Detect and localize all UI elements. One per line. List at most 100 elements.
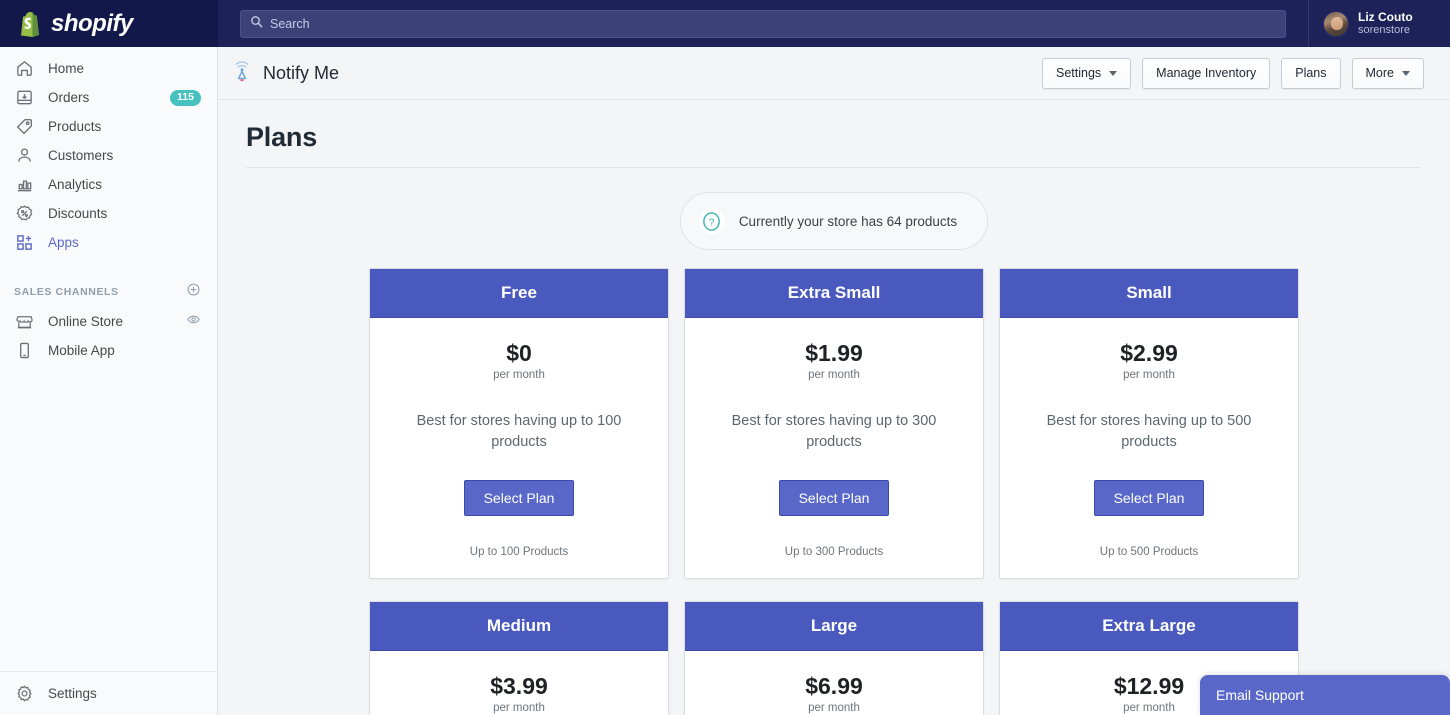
select-plan-button[interactable]: Select Plan (464, 480, 575, 516)
sidebar-item-analytics[interactable]: Analytics (0, 170, 217, 199)
sidebar-item-label: Home (48, 61, 201, 76)
plan-footnote: Up to 500 Products (1018, 546, 1280, 558)
header-actions: Settings Manage Inventory Plans More (1042, 58, 1424, 89)
plan-period: per month (1018, 369, 1280, 381)
more-button-label: More (1366, 66, 1394, 80)
email-support-label: Email Support (1216, 687, 1304, 703)
plan-card-small: Small $2.99 per month Best for stores ha… (999, 268, 1299, 579)
sidebar-item-discounts[interactable]: Discounts (0, 199, 217, 228)
notify-broadcast-icon (232, 59, 252, 88)
question-circle-icon: ? (699, 208, 725, 234)
plan-name: Extra Small (685, 269, 983, 318)
plan-name: Medium (370, 602, 668, 651)
search-zone: Search (218, 10, 1308, 38)
user-store-name: sorenstore (1358, 24, 1413, 37)
search-placeholder-text: Search (270, 17, 310, 31)
select-plan-button[interactable]: Select Plan (779, 480, 890, 516)
sidebar-item-label: Online Store (48, 314, 172, 329)
sidebar: Home Orders 115 (0, 47, 218, 715)
plan-card-extra-small: Extra Small $1.99 per month Best for sto… (684, 268, 984, 579)
main-content: Plans ? Currently your store has 64 prod… (218, 100, 1450, 715)
plan-description: Best for stores having up to 500 product… (1018, 411, 1280, 453)
plan-price: $2.99 (1018, 340, 1280, 367)
plan-body: $6.99 per month (685, 651, 983, 715)
sidebar-item-label: Apps (48, 235, 201, 250)
sidebar-item-label: Analytics (48, 177, 201, 192)
plans-button-label: Plans (1295, 66, 1326, 80)
svg-text:?: ? (709, 217, 715, 228)
plan-name: Free (370, 269, 668, 318)
plans-grid: Free $0 per month Best for stores having… (218, 250, 1450, 715)
home-icon (14, 59, 34, 79)
plan-footnote: Up to 300 Products (703, 546, 965, 558)
settings-button[interactable]: Settings (1042, 58, 1131, 89)
sidebar-item-label: Mobile App (48, 343, 201, 358)
shopify-wordmark: shopify (51, 10, 133, 38)
page-header: Plans (218, 100, 1450, 168)
products-tag-icon (14, 117, 34, 137)
shopify-bag-icon (18, 10, 43, 38)
plan-card-medium: Medium $3.99 per month (369, 601, 669, 715)
manage-inventory-button-label: Manage Inventory (1156, 66, 1256, 80)
plan-body: $3.99 per month (370, 651, 668, 715)
top-bar: shopify Search Liz Couto sorenstore (0, 0, 1450, 47)
eye-icon[interactable] (186, 312, 201, 332)
plan-body: $1.99 per month Best for stores having u… (685, 318, 983, 578)
sidebar-item-label: Orders (48, 90, 156, 105)
search-icon (250, 15, 263, 33)
sidebar-item-customers[interactable]: Customers (0, 141, 217, 170)
plan-period: per month (388, 702, 650, 714)
plan-card-free: Free $0 per month Best for stores having… (369, 268, 669, 579)
orders-icon (14, 88, 34, 108)
plan-body: $0 per month Best for stores having up t… (370, 318, 668, 578)
plan-price: $3.99 (388, 673, 650, 700)
page-title: Plans (246, 122, 1420, 153)
apps-grid-plus-icon (14, 233, 34, 253)
plans-row-2: Medium $3.99 per month Large $6.99 per m… (369, 601, 1299, 715)
customers-icon (14, 146, 34, 166)
plan-description: Best for stores having up to 300 product… (703, 411, 965, 453)
plan-name: Extra Large (1000, 602, 1298, 651)
mobile-phone-icon (14, 341, 34, 361)
shopify-logo[interactable]: shopify (0, 0, 218, 47)
banner-text: Currently your store has 64 products (739, 214, 957, 229)
plans-button[interactable]: Plans (1281, 58, 1340, 89)
discounts-percent-icon (14, 204, 34, 224)
sidebar-item-home[interactable]: Home (0, 54, 217, 83)
plan-period: per month (388, 369, 650, 381)
sidebar-item-online-store[interactable]: Online Store (0, 307, 217, 336)
more-button[interactable]: More (1352, 58, 1424, 89)
email-support-widget[interactable]: Email Support (1200, 675, 1450, 715)
user-info: Liz Couto sorenstore (1358, 10, 1413, 37)
sidebar-item-apps[interactable]: Apps (0, 228, 217, 257)
sidebar-item-settings[interactable]: Settings (0, 671, 217, 715)
user-menu[interactable]: Liz Couto sorenstore (1308, 0, 1450, 47)
app-identity: Notify Me (232, 59, 339, 88)
sidebar-item-products[interactable]: Products (0, 112, 217, 141)
plan-period: per month (703, 702, 965, 714)
plan-price: $6.99 (703, 673, 965, 700)
plan-period: per month (703, 369, 965, 381)
plan-name: Large (685, 602, 983, 651)
sales-channels-header: SALES CHANNELS (0, 277, 217, 307)
manage-inventory-button[interactable]: Manage Inventory (1142, 58, 1270, 89)
analytics-bars-icon (14, 175, 34, 195)
sidebar-item-orders[interactable]: Orders 115 (0, 83, 217, 112)
plans-row-1: Free $0 per month Best for stores having… (369, 268, 1299, 579)
user-name: Liz Couto (1358, 10, 1413, 24)
app-header: Notify Me Settings Manage Inventory Plan… (218, 47, 1450, 100)
plan-body: $2.99 per month Best for stores having u… (1000, 318, 1298, 578)
gear-icon (14, 684, 34, 704)
add-sales-channel-icon[interactable] (186, 282, 201, 302)
plan-description: Best for stores having up to 100 product… (388, 411, 650, 453)
avatar (1323, 11, 1349, 37)
search-input[interactable]: Search (240, 10, 1286, 38)
plan-card-large: Large $6.99 per month (684, 601, 984, 715)
plan-price: $0 (388, 340, 650, 367)
settings-button-label: Settings (1056, 66, 1101, 80)
plan-name: Small (1000, 269, 1298, 318)
product-count-banner: ? Currently your store has 64 products (680, 192, 988, 250)
orders-count-badge: 115 (170, 90, 201, 106)
select-plan-button[interactable]: Select Plan (1094, 480, 1205, 516)
sidebar-item-mobile-app[interactable]: Mobile App (0, 336, 217, 365)
